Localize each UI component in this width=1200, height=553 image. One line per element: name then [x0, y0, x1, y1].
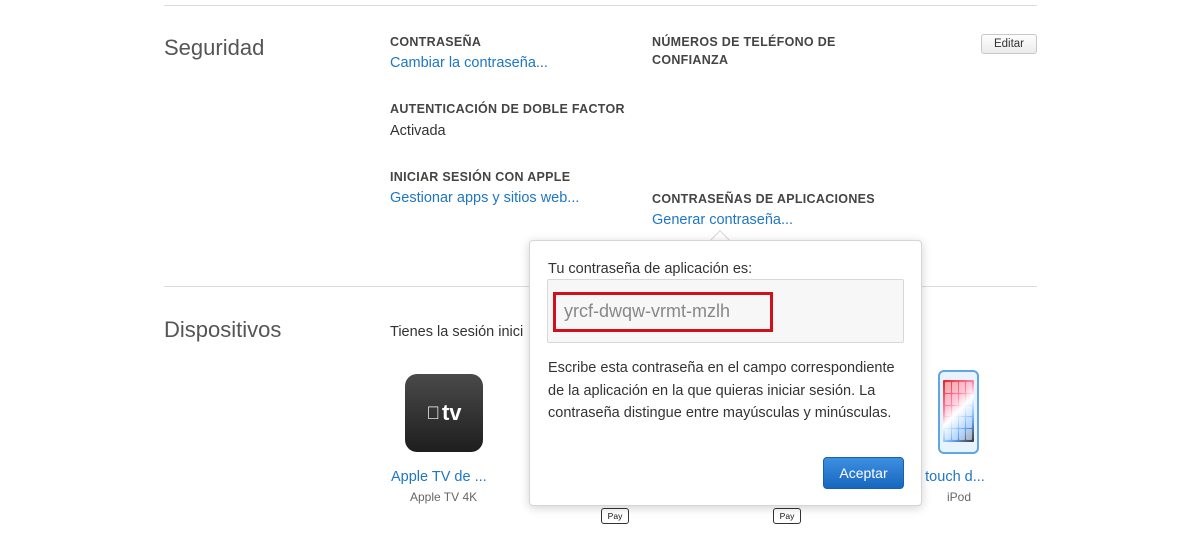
password-display-box[interactable]: yrcf-dwqw-vrmt-mzlh: [547, 279, 904, 343]
trusted-phones-label-line2: CONFIANZA: [652, 53, 729, 67]
app-passwords-label: CONTRASEÑAS DE APLICACIONES: [652, 192, 875, 206]
app-password-popover: Tu contraseña de aplicación es: yrcf-dwq…: [529, 240, 922, 506]
security-section-title: Seguridad: [164, 35, 265, 60]
ipod-touch-icon[interactable]: [938, 370, 979, 454]
edit-button[interactable]: Editar: [981, 34, 1037, 54]
apple-tv-icon[interactable]: tv: [405, 374, 483, 452]
change-password-link[interactable]: Cambiar la contraseña...: [390, 55, 548, 71]
apple-pay-badge-icon: Pay: [773, 508, 801, 524]
sign-in-with-apple-label: INICIAR SESIÓN CON APPLE: [390, 170, 571, 184]
two-factor-label: AUTENTICACIÓN DE DOBLE FACTOR: [390, 102, 625, 116]
devices-section-title: Dispositivos: [164, 317, 282, 342]
popover-label: Tu contraseña de aplicación es:: [548, 261, 753, 277]
generated-password[interactable]: yrcf-dwqw-vrmt-mzlh: [564, 301, 730, 322]
popover-description: Escribe esta contraseña en el campo corr…: [548, 360, 895, 421]
device-type-apple-tv: Apple TV 4K: [410, 490, 478, 504]
manage-apps-link[interactable]: Gestionar apps y sitios web...: [390, 190, 579, 206]
pay-badge-text: Pay: [607, 511, 623, 521]
top-divider: [164, 5, 1037, 6]
devices-intro-text: Tienes la sesión inici: [390, 324, 524, 340]
apple-pay-badge-icon: Pay: [601, 508, 629, 524]
device-name-apple-tv[interactable]: Apple TV de ...: [391, 469, 487, 485]
ipod-app-grid: [943, 380, 974, 442]
trusted-phones-label-line1: NÚMEROS DE TELÉFONO DE: [652, 35, 836, 49]
pay-badge-text: Pay: [779, 511, 795, 521]
trusted-phones-label: NÚMEROS DE TELÉFONO DE CONFIANZA: [652, 33, 836, 69]
tv-icon-text: tv: [435, 400, 462, 425]
password-label: CONTRASEÑA: [390, 35, 482, 49]
apple-logo-icon: : [426, 403, 440, 424]
two-factor-value: Activada: [390, 123, 446, 139]
accept-button[interactable]: Aceptar: [823, 457, 904, 489]
generate-password-link[interactable]: Generar contraseña...: [652, 212, 793, 228]
device-type-ipod: iPod: [947, 490, 972, 504]
